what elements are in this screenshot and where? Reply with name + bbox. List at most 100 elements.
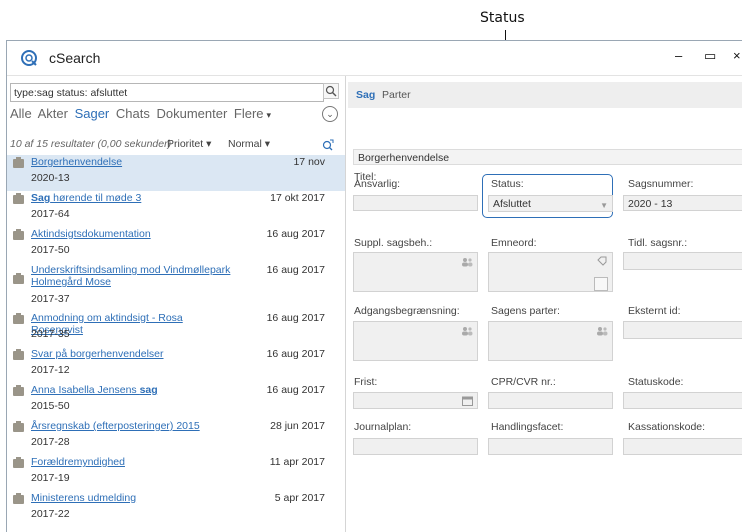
case-folder-icon: [13, 349, 24, 360]
parter-field[interactable]: [488, 321, 613, 361]
list-item[interactable]: Ministerens udmelding 5 apr 2017 2017-22: [7, 491, 345, 527]
person-picker-icon[interactable]: [596, 326, 608, 336]
more-chevron-icon[interactable]: ▾: [267, 110, 272, 120]
list-item[interactable]: Årsregnskab (efterposteringer) 2015 28 j…: [7, 419, 345, 455]
tidl-field[interactable]: [623, 252, 742, 270]
eksternt-field[interactable]: [623, 321, 742, 339]
result-date: 16 aug 2017: [266, 264, 325, 276]
case-folder-icon: [13, 313, 24, 324]
search-panel: Alle Akter Sager Chats Dokumenter Flere▾…: [7, 76, 346, 532]
list-item[interactable]: Svar på borgerhenvendelser 16 aug 2017 2…: [7, 347, 345, 383]
journalplan-label: Journalplan:: [354, 421, 412, 433]
close-button[interactable]: ×: [733, 48, 741, 63]
adgang-label: Adgangsbegrænsning:: [354, 305, 460, 317]
result-count: 10 af 15 resultater (0,00 sekunder): [10, 138, 172, 150]
result-date: 16 aug 2017: [266, 384, 325, 396]
frist-field[interactable]: [353, 392, 478, 409]
case-folder-icon: [13, 229, 24, 240]
statuskode-field[interactable]: [623, 392, 742, 409]
list-item[interactable]: Anmodning om aktindsigt - Rosa Rosenqvis…: [7, 311, 345, 347]
list-item[interactable]: Anna Isabella Jensens sag 16 aug 2017 20…: [7, 383, 345, 419]
person-picker-icon[interactable]: [461, 326, 473, 336]
search-field[interactable]: [10, 83, 324, 102]
result-date: 16 aug 2017: [266, 228, 325, 240]
tab-sag[interactable]: Sag: [356, 89, 375, 101]
case-folder-icon: [13, 457, 24, 468]
tidl-label: Tidl. sagsnr.:: [628, 237, 688, 249]
journalplan-field[interactable]: [353, 438, 478, 455]
tab-parter[interactable]: Parter: [382, 89, 411, 101]
titel-field[interactable]: Borgerhenvendelse: [353, 149, 742, 165]
filter-sager[interactable]: Sager: [75, 106, 110, 121]
parter-label: Sagens parter:: [491, 305, 560, 317]
result-title[interactable]: Underskriftsindsamling mod Vindmøllepark…: [31, 264, 231, 288]
cpr-label: CPR/CVR nr.:: [491, 376, 556, 388]
result-number: 2017-64: [31, 208, 70, 220]
app-window: cSearch – ▭ × Alle Akter Sager Chats Dok…: [6, 40, 742, 532]
result-number: 2020-13: [31, 172, 70, 184]
kassation-field[interactable]: [623, 438, 742, 455]
suppl-label: Suppl. sagsbeh.:: [354, 237, 433, 249]
list-item[interactable]: Sag hørende til møde 3 17 okt 2017 2017-…: [7, 191, 345, 227]
search-input[interactable]: [11, 84, 307, 101]
app-logo-icon: [21, 50, 37, 66]
filter-chats[interactable]: Chats: [116, 106, 150, 121]
result-number: 2017-19: [31, 472, 70, 484]
result-title[interactable]: Ministerens udmelding: [31, 492, 231, 504]
filter-akter[interactable]: Akter: [38, 106, 68, 121]
sagsnummer-label: Sagsnummer:: [628, 178, 694, 190]
emneord-field[interactable]: [488, 252, 613, 292]
minimize-button[interactable]: –: [675, 48, 682, 63]
result-title[interactable]: Aktindsigtsdokumentation: [31, 228, 231, 240]
result-title[interactable]: Anna Isabella Jensens sag: [31, 384, 231, 396]
result-title-highlight: sag: [139, 384, 158, 396]
result-date: 16 aug 2017: [266, 312, 325, 324]
case-folder-icon: [13, 193, 24, 204]
app-title: cSearch: [49, 50, 101, 66]
result-title[interactable]: Forældremyndighed: [31, 456, 231, 468]
search-icon[interactable]: [323, 83, 339, 99]
filter-all[interactable]: Alle: [10, 106, 32, 121]
expand-chevron-icon[interactable]: ⌄: [322, 106, 338, 122]
status-select[interactable]: Afsluttet ▼: [488, 195, 613, 212]
result-title[interactable]: Borgerhenvendelse: [31, 156, 231, 168]
refresh-search-icon[interactable]: [321, 138, 335, 152]
adgang-field[interactable]: [353, 321, 478, 361]
filter-more[interactable]: Flere: [234, 106, 264, 121]
case-folder-icon: [13, 421, 24, 432]
result-number: 2017-28: [31, 436, 70, 448]
status-label: Status:: [491, 178, 524, 190]
frist-label: Frist:: [354, 376, 378, 388]
tag-icon[interactable]: [597, 256, 607, 266]
result-title-text: Anna Isabella Jensens: [31, 384, 140, 396]
sort-priority-dropdown[interactable]: Prioritet ▾: [167, 138, 211, 150]
title-bar: cSearch – ▭ ×: [7, 41, 742, 76]
status-callout-label: Status: [480, 10, 525, 26]
handling-field[interactable]: [488, 438, 613, 455]
maximize-button[interactable]: ▭: [704, 48, 716, 64]
statuskode-label: Statuskode:: [628, 376, 684, 388]
cpr-field[interactable]: [488, 392, 613, 409]
handling-label: Handlingsfacet:: [491, 421, 564, 433]
case-detail-panel: Sag Parter Titel: Borgerhenvendelse Ansv…: [346, 76, 742, 532]
case-folder-icon: [13, 385, 24, 396]
calendar-icon[interactable]: [462, 396, 473, 406]
result-date: 28 jun 2017: [270, 420, 325, 432]
case-folder-icon: [13, 493, 24, 504]
expand-emneord-icon[interactable]: [594, 277, 608, 291]
person-picker-icon[interactable]: [461, 257, 473, 267]
result-title[interactable]: Sag hørende til møde 3: [31, 192, 231, 204]
list-item[interactable]: Underskriftsindsamling mod Vindmøllepark…: [7, 263, 345, 311]
suppl-field[interactable]: [353, 252, 478, 292]
result-title[interactable]: Svar på borgerhenvendelser: [31, 348, 231, 360]
list-item[interactable]: Aktindsigtsdokumentation 16 aug 2017 201…: [7, 227, 345, 263]
filter-dokumenter[interactable]: Dokumenter: [156, 106, 227, 121]
result-title-highlight: Sag: [31, 192, 51, 204]
list-item[interactable]: Forældremyndighed 11 apr 2017 2017-19: [7, 455, 345, 491]
ansvarlig-field[interactable]: [353, 195, 478, 211]
sagsnummer-field[interactable]: 2020 - 13: [623, 195, 742, 211]
list-item[interactable]: Borgerhenvendelse 17 nov 2020-13: [7, 155, 345, 191]
emneord-label: Emneord:: [491, 237, 537, 249]
sort-normal-dropdown[interactable]: Normal ▾: [228, 138, 270, 150]
result-title[interactable]: Årsregnskab (efterposteringer) 2015: [31, 420, 231, 432]
